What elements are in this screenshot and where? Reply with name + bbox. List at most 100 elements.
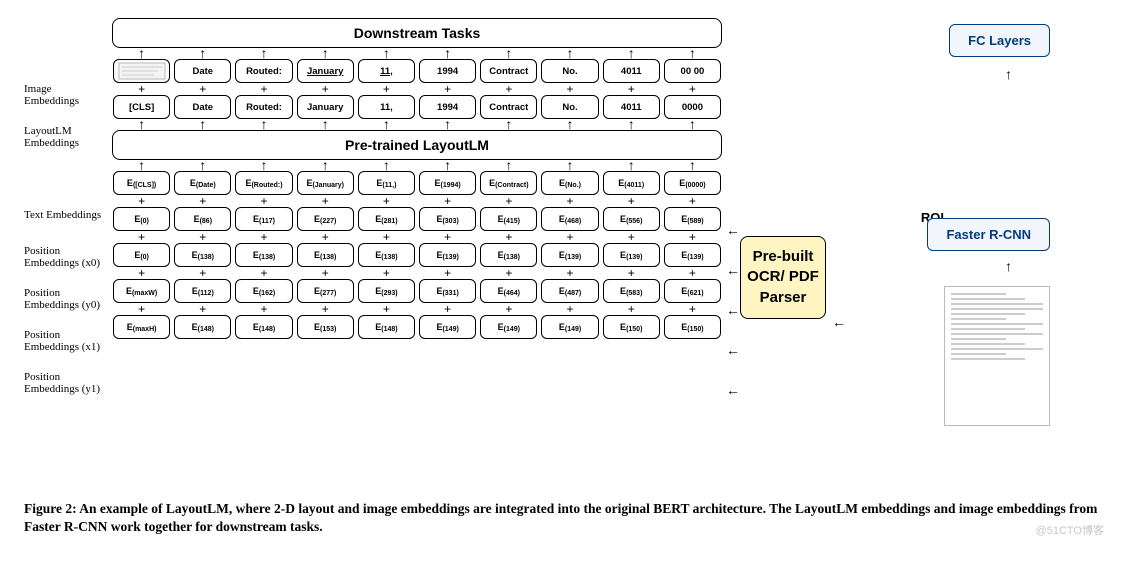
cell-y1-5: E(149): [419, 315, 476, 339]
arrows-up-2: [112, 119, 722, 130]
cell-te-9: E(0000): [664, 171, 721, 195]
cell-x1-1: E(112): [174, 279, 231, 303]
cell-y1-6: E(149): [480, 315, 537, 339]
cell-image-6: Contract: [480, 59, 537, 83]
arrow-ocr-left-4: ←: [726, 342, 740, 358]
cell-image-2: Routed:: [235, 59, 292, 83]
label-px0: Position Embeddings (x0): [24, 236, 104, 278]
cell-y0-5: E(139): [419, 243, 476, 267]
cell-image-7: No.: [541, 59, 598, 83]
row-image: Date Routed: January 11, 1994 Contract N…: [112, 59, 722, 83]
cell-image-4: 11,: [358, 59, 415, 83]
cell-y1-3: E(153): [297, 315, 354, 339]
document-thumbnail: [944, 286, 1050, 426]
cell-x0-3: E(227): [297, 207, 354, 231]
label-text: Text Embeddings: [24, 194, 104, 236]
faster-rcnn-box: Faster R-CNN: [927, 218, 1050, 251]
arrow-ocr-left-2: ←: [726, 262, 740, 278]
row-x1: E(maxW)E(112)E(162)E(277)E(293)E(331)E(4…: [112, 279, 722, 303]
right-zone: FC Layers ↑ ROI → Faster R-CNN ↑ Pre-bui…: [740, 18, 1050, 488]
cell-y1-1: E(148): [174, 315, 231, 339]
cell-te-1: E(Date): [174, 171, 231, 195]
cell-x1-9: E(621): [664, 279, 721, 303]
row-y1: E(maxH)E(148)E(148)E(153)E(148)E(149)E(1…: [112, 315, 722, 339]
ocr-pdf-parser-box: Pre-built OCR/ PDF Parser: [740, 236, 826, 319]
cell-y0-6: E(138): [480, 243, 537, 267]
cell-y1-8: E(150): [603, 315, 660, 339]
cell-y1-9: E(150): [664, 315, 721, 339]
cell-y0-9: E(139): [664, 243, 721, 267]
label-py0: Position Embeddings (y0): [24, 278, 104, 320]
arrow-ocr-left-5: ←: [726, 382, 740, 398]
label-py1: Position Embeddings (y1): [24, 362, 104, 404]
cell-te-2: E(Routed:): [235, 171, 292, 195]
cell-te-6: E(Contract): [480, 171, 537, 195]
cell-y0-2: E(138): [235, 243, 292, 267]
cell-x1-0: E(maxW): [113, 279, 170, 303]
row-x0: E(0)E(86)E(117)E(227)E(281)E(303)E(415)E…: [112, 207, 722, 231]
cell-y0-4: E(138): [358, 243, 415, 267]
row-text: E([CLS]) E(Date) E(Routed:) E(January) E…: [112, 171, 722, 195]
cell-te-5: E(1994): [419, 171, 476, 195]
cell-x1-7: E(487): [541, 279, 598, 303]
label-layoutlm: LayoutLM Embeddings: [24, 116, 104, 158]
cell-x0-8: E(556): [603, 207, 660, 231]
cell-y1-7: E(149): [541, 315, 598, 339]
cell-image-0: [113, 59, 170, 83]
cell-image-3: January: [297, 59, 354, 83]
cell-x1-6: E(464): [480, 279, 537, 303]
cell-te-8: E(4011): [603, 171, 660, 195]
cell-te-0: E([CLS]): [113, 171, 170, 195]
downstream-tasks-box: Downstream Tasks: [112, 18, 722, 48]
cell-x0-7: E(468): [541, 207, 598, 231]
cell-x1-8: E(583): [603, 279, 660, 303]
cell-te-3: E(January): [297, 171, 354, 195]
cell-x1-4: E(293): [358, 279, 415, 303]
label-px1: Position Embeddings (x1): [24, 320, 104, 362]
label-image: Image Embeddings: [24, 74, 104, 116]
arrow-fc-up: ↑: [1005, 66, 1012, 82]
cell-y0-3: E(138): [297, 243, 354, 267]
fc-layers-box: FC Layers: [949, 24, 1050, 57]
cell-x0-6: E(415): [480, 207, 537, 231]
cell-x0-4: E(281): [358, 207, 415, 231]
figure: Image Embeddings LayoutLM Embeddings Tex…: [24, 18, 1098, 488]
cell-x1-5: E(331): [419, 279, 476, 303]
cell-x0-1: E(86): [174, 207, 231, 231]
cell-y0-7: E(139): [541, 243, 598, 267]
cell-y1-0: E(maxH): [113, 315, 170, 339]
arrows-up-3: [112, 160, 722, 171]
arrow-rcnn-up: ↑: [1005, 258, 1012, 274]
arrow-ocr-left-1: ←: [726, 222, 740, 238]
cell-y1-4: E(148): [358, 315, 415, 339]
cell-x0-5: E(303): [419, 207, 476, 231]
arrow-doc-to-ocr: ←: [832, 314, 846, 330]
cell-x1-3: E(277): [297, 279, 354, 303]
cell-y0-1: E(138): [174, 243, 231, 267]
left-zone: Image Embeddings LayoutLM Embeddings Tex…: [24, 18, 722, 404]
watermark: @51CTO博客: [1036, 522, 1104, 538]
pretrained-layoutlm-box: Pre-trained LayoutLM: [112, 130, 722, 160]
cell-y1-2: E(148): [235, 315, 292, 339]
cell-x0-9: E(589): [664, 207, 721, 231]
cell-te-4: E(11,): [358, 171, 415, 195]
figure-caption: Figure 2: An example of LayoutLM, where …: [24, 500, 1098, 536]
row-y0: E(0)E(138)E(138)E(138)E(138)E(139)E(138)…: [112, 243, 722, 267]
cell-x1-2: E(162): [235, 279, 292, 303]
cell-te-7: E(No.): [541, 171, 598, 195]
cell-y0-0: E(0): [113, 243, 170, 267]
arrows-up-1: [112, 48, 722, 59]
plus-1: [112, 83, 722, 95]
cell-image-8: 4011: [603, 59, 660, 83]
plus-x0: [112, 231, 722, 243]
grid: Downstream Tasks Date Routed: January 11…: [112, 18, 722, 339]
row-labels: Image Embeddings LayoutLM Embeddings Tex…: [24, 18, 104, 404]
cell-x0-0: E(0): [113, 207, 170, 231]
cell-x0-2: E(117): [235, 207, 292, 231]
cell-image-9: 00 00: [664, 59, 721, 83]
cell-image-5: 1994: [419, 59, 476, 83]
plus-te: [112, 195, 722, 207]
plus-x1: [112, 303, 722, 315]
cell-y0-8: E(139): [603, 243, 660, 267]
plus-y0: [112, 267, 722, 279]
